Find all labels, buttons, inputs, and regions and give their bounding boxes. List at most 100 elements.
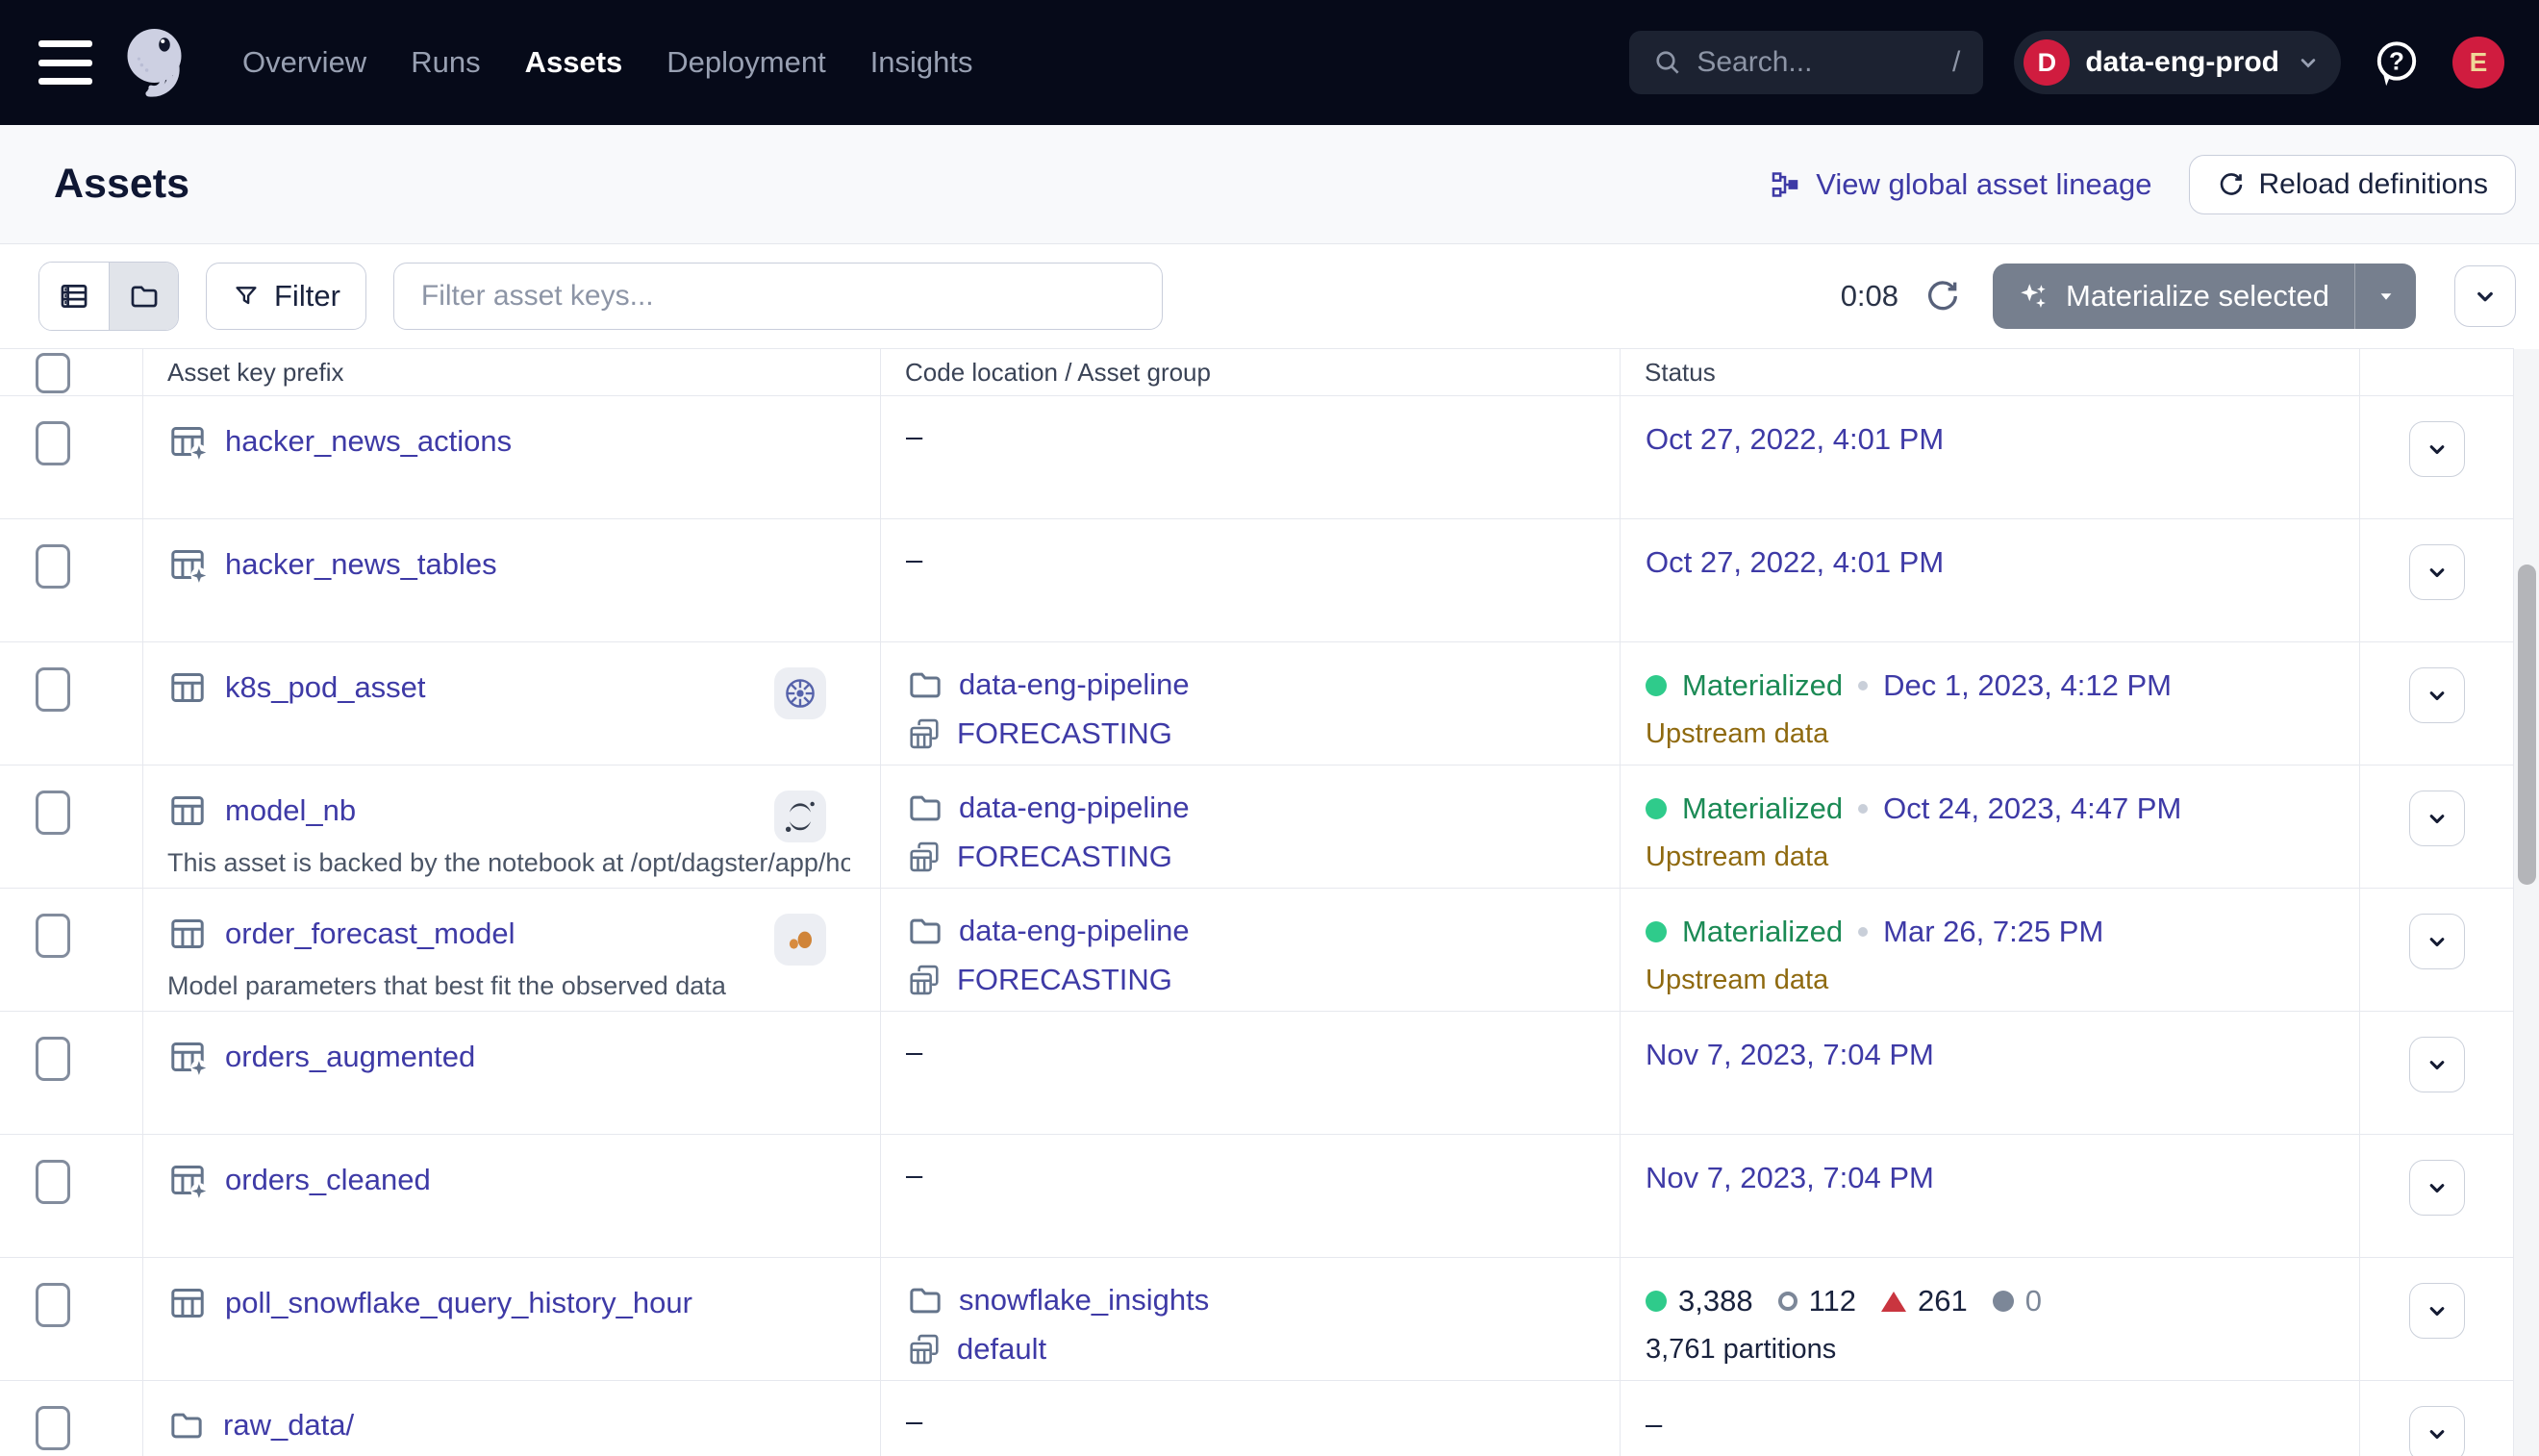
row-expand-button[interactable] xyxy=(2409,1160,2465,1216)
row-checkbox[interactable] xyxy=(36,1160,70,1204)
asset-group-link[interactable]: FORECASTING xyxy=(957,840,1172,874)
chevron-down-icon xyxy=(2471,282,2500,311)
nav-item-overview[interactable]: Overview xyxy=(242,45,366,80)
partition-count-missing: 112 xyxy=(1778,1284,1856,1318)
code-location-cell: snowflake_insightsdefault xyxy=(880,1258,1620,1380)
status-cell: – xyxy=(1620,1381,2359,1456)
materialization-date-link[interactable]: Dec 1, 2023, 4:12 PM xyxy=(1883,668,2172,703)
reload-definitions-button[interactable]: Reload definitions xyxy=(2189,155,2517,214)
scrollbar-thumb[interactable] xyxy=(2518,565,2536,885)
code-location-cell: – xyxy=(880,1012,1620,1134)
dagster-logo-icon[interactable] xyxy=(117,22,198,103)
refresh-now-icon[interactable] xyxy=(1923,277,1962,315)
search-input[interactable] xyxy=(1697,46,1939,79)
row-expand-button[interactable] xyxy=(2409,667,2465,723)
separator-dot-icon xyxy=(1858,927,1868,937)
directory-view-button[interactable] xyxy=(109,263,178,330)
row-expand-button[interactable] xyxy=(2409,544,2465,600)
asset-link[interactable]: k8s_pod_asset xyxy=(225,670,426,705)
table-body: hacker_news_actions–Oct 27, 2022, 4:01 P… xyxy=(0,396,2513,1456)
status-line: Oct 27, 2022, 4:01 PM xyxy=(1646,545,2340,580)
refresh-countdown: 0:08 xyxy=(1841,279,1898,314)
asset-description: This asset is backed by the notebook at … xyxy=(167,848,850,878)
nav-item-insights[interactable]: Insights xyxy=(870,45,973,80)
asset-link[interactable]: orders_cleaned xyxy=(225,1163,431,1197)
help-icon[interactable]: ? xyxy=(2372,38,2422,88)
asset-name-line: hacker_news_tables xyxy=(167,544,857,585)
materialization-date-link[interactable]: Mar 26, 7:25 PM xyxy=(1883,915,2103,949)
code-location-cell: data-eng-pipeline FORECASTING xyxy=(880,642,1620,765)
asset-name-line: model_nb xyxy=(167,791,857,831)
materialization-date-link[interactable]: Oct 27, 2022, 4:01 PM xyxy=(1646,545,1944,580)
folder-icon xyxy=(906,912,944,950)
row-actions-cell xyxy=(2359,889,2513,1011)
row-expand-button[interactable] xyxy=(2409,914,2465,969)
asset-group-link[interactable]: FORECASTING xyxy=(957,963,1172,997)
filter-button-label: Filter xyxy=(274,279,340,314)
nav-item-runs[interactable]: Runs xyxy=(411,45,480,80)
row-checkbox[interactable] xyxy=(36,667,70,712)
search-shortcut-hint: / xyxy=(1952,46,1960,79)
materialize-options-caret[interactable] xyxy=(2354,264,2416,329)
user-avatar[interactable]: E xyxy=(2452,37,2504,88)
materialization-date-link[interactable]: Nov 7, 2023, 7:04 PM xyxy=(1646,1038,1934,1072)
materialization-date-link[interactable]: Oct 24, 2023, 4:47 PM xyxy=(1883,791,2181,826)
row-expand-button[interactable] xyxy=(2409,1406,2465,1456)
table-row: hacker_news_actions –Oct 27, 2022, 4:01 P… xyxy=(0,396,2513,519)
row-checkbox[interactable] xyxy=(36,544,70,589)
row-expand-button[interactable] xyxy=(2409,1283,2465,1339)
row-checkbox[interactable] xyxy=(36,421,70,465)
materialization-date-link[interactable]: Oct 27, 2022, 4:01 PM xyxy=(1646,422,1944,457)
row-checkbox[interactable] xyxy=(36,1283,70,1327)
partition-count-in-progress: 0 xyxy=(1993,1284,2042,1318)
more-actions-button[interactable] xyxy=(2454,265,2516,327)
asset-group-line: default xyxy=(906,1331,1600,1368)
global-search[interactable]: / xyxy=(1629,31,1983,94)
code-location-cell: – xyxy=(880,396,1620,518)
row-checkbox[interactable] xyxy=(36,791,70,835)
nav-item-deployment[interactable]: Deployment xyxy=(666,45,825,80)
filter-button[interactable]: Filter xyxy=(206,263,366,330)
row-expand-button[interactable] xyxy=(2409,1037,2465,1092)
row-select-cell xyxy=(0,889,142,1011)
row-actions-cell xyxy=(2359,1012,2513,1134)
upstream-data-note: Upstream data xyxy=(1646,841,2340,873)
asset-key-cell: hacker_news_actions xyxy=(142,396,880,518)
row-actions-cell xyxy=(2359,766,2513,888)
asset-link[interactable]: model_nb xyxy=(225,793,356,828)
materialization-date-link[interactable]: Nov 7, 2023, 7:04 PM xyxy=(1646,1161,1934,1195)
upstream-data-note: Upstream data xyxy=(1646,965,2340,996)
code-location-link[interactable]: data-eng-pipeline xyxy=(959,914,1190,948)
table-row: model_nb This asset is backed by the note… xyxy=(0,766,2513,889)
filter-asset-keys-input[interactable] xyxy=(393,263,1163,330)
select-all-checkbox[interactable] xyxy=(36,353,70,393)
hamburger-menu-icon[interactable] xyxy=(38,40,92,85)
table-row: orders_cleaned–Nov 7, 2023, 7:04 PM xyxy=(0,1135,2513,1258)
asset-link[interactable]: hacker_news_actions xyxy=(225,424,512,459)
row-expand-button[interactable] xyxy=(2409,421,2465,477)
code-location-link[interactable]: data-eng-pipeline xyxy=(959,667,1190,702)
materialized-dot-icon xyxy=(1646,675,1667,696)
asset-group-link[interactable]: FORECASTING xyxy=(957,716,1172,751)
funnel-icon xyxy=(232,282,261,311)
workspace-switcher[interactable]: D data-eng-prod xyxy=(2014,31,2341,94)
asset-link[interactable]: hacker_news_tables xyxy=(225,547,497,582)
flat-view-button[interactable] xyxy=(39,263,109,330)
asset-group-link[interactable]: default xyxy=(957,1332,1046,1367)
code-location-link[interactable]: data-eng-pipeline xyxy=(959,791,1190,825)
asset-link[interactable]: order_forecast_model xyxy=(225,916,515,951)
materialize-selected-button[interactable]: Materialize selected xyxy=(1993,264,2416,329)
row-checkbox[interactable] xyxy=(36,1406,70,1450)
empty-value: – xyxy=(1646,1407,1662,1441)
row-expand-button[interactable] xyxy=(2409,791,2465,846)
asset-link[interactable]: orders_augmented xyxy=(225,1040,475,1074)
code-location-link[interactable]: snowflake_insights xyxy=(959,1283,1209,1318)
row-checkbox[interactable] xyxy=(36,914,70,958)
nav-item-assets[interactable]: Assets xyxy=(525,45,623,80)
asset-link[interactable]: poll_snowflake_query_history_hour xyxy=(225,1286,692,1320)
row-checkbox[interactable] xyxy=(36,1037,70,1081)
view-global-asset-lineage-link[interactable]: View global asset lineage xyxy=(1770,167,2151,202)
asset-group-line: FORECASTING xyxy=(906,962,1600,998)
asset-link[interactable]: raw_data/ xyxy=(223,1408,354,1443)
chevron-down-icon xyxy=(2424,559,2451,586)
